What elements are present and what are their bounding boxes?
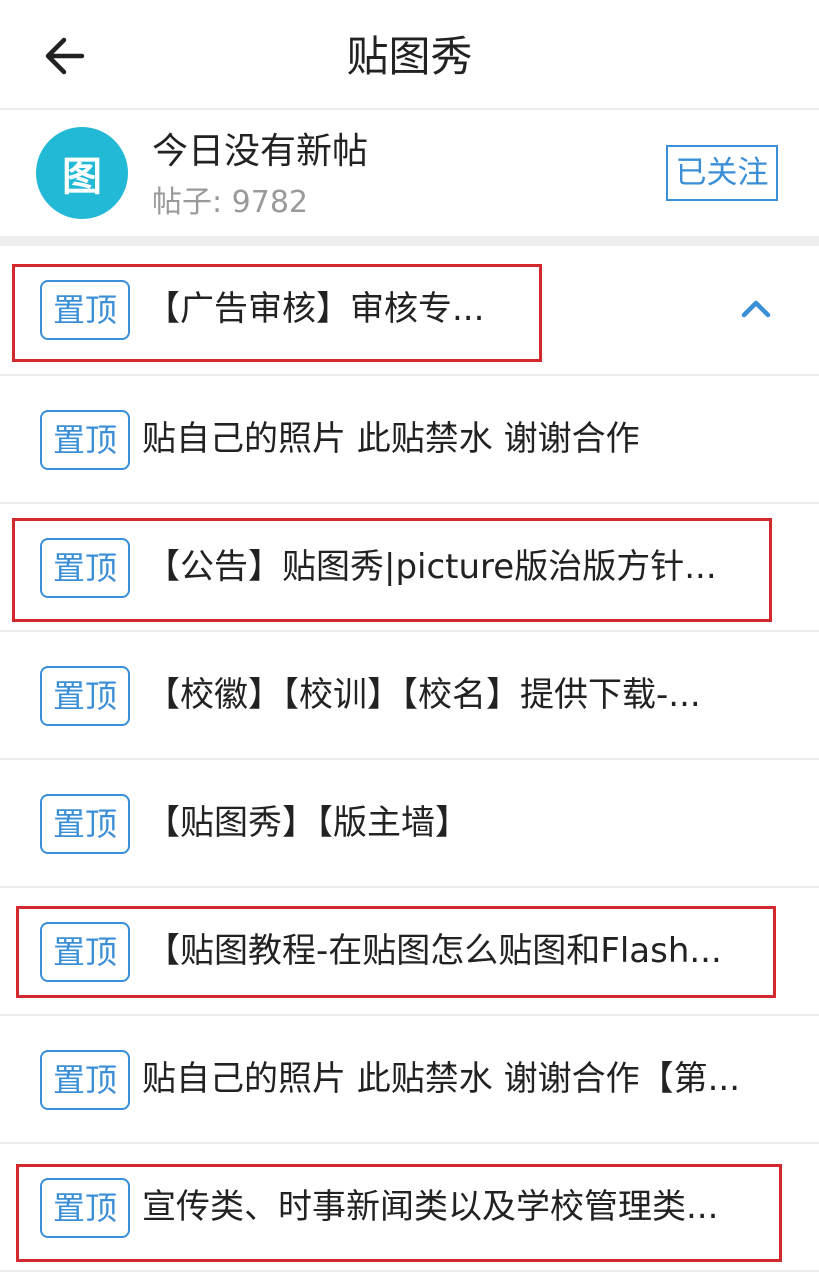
- chevron-up-icon: [741, 300, 771, 318]
- pinned-post-row[interactable]: 置顶 【校徽】【校训】【校名】提供下载-...: [0, 632, 819, 760]
- pinned-post-row[interactable]: 置顶 【贴图教程-在贴图怎么贴图和Flash...: [0, 888, 819, 1016]
- pinned-post-title: 【校徽】【校训】【校名】提供下载-...: [146, 675, 701, 715]
- pinned-badge: 置顶: [40, 280, 130, 340]
- pinned-post-row[interactable]: 置顶 贴自己的照片 此贴禁水 谢谢合作: [0, 376, 819, 504]
- page-title: 贴图秀: [346, 32, 473, 81]
- pinned-post-title: 【贴图秀】【版主墙】: [146, 803, 469, 843]
- pinned-post-row[interactable]: 置顶 宣传类、时事新闻类以及学校管理类...: [0, 1144, 819, 1272]
- pinned-post-title: 【贴图教程-在贴图怎么贴图和Flash...: [146, 931, 722, 971]
- top-bar: 贴图秀: [0, 0, 819, 110]
- collapse-button[interactable]: [732, 284, 780, 332]
- forum-status-text: 今日没有新帖: [152, 131, 369, 172]
- pinned-post-row[interactable]: 置顶 【公告】贴图秀|picture版治版方针...: [0, 504, 819, 632]
- pinned-post-row[interactable]: 置顶 【广告审核】审核专...: [0, 246, 819, 376]
- pinned-post-title: 【公告】贴图秀|picture版治版方针...: [146, 547, 717, 587]
- pinned-badge: 置顶: [40, 538, 130, 598]
- forum-avatar[interactable]: 图: [36, 127, 128, 219]
- pinned-post-title: 【广告审核】审核专...: [146, 289, 485, 329]
- follow-button[interactable]: 已关注: [666, 145, 778, 201]
- pinned-badge: 置顶: [40, 410, 130, 470]
- pinned-post-title: 宣传类、时事新闻类以及学校管理类...: [142, 1187, 719, 1227]
- pinned-post-row[interactable]: 置顶 贴自己的照片 此贴禁水 谢谢合作【第...: [0, 1016, 819, 1144]
- pinned-post-list: 置顶 【广告审核】审核专... 置顶 贴自己的照片 此贴禁水 谢谢合作 置顶 【…: [0, 246, 819, 1272]
- pinned-badge: 置顶: [40, 1178, 130, 1238]
- pinned-post-title: 贴自己的照片 此贴禁水 谢谢合作: [142, 419, 640, 459]
- pinned-badge: 置顶: [40, 922, 130, 982]
- section-divider: [0, 236, 819, 246]
- pinned-badge: 置顶: [40, 666, 130, 726]
- forum-info-card: 图 今日没有新帖 帖子: 9782 已关注: [0, 110, 819, 236]
- pinned-post-title: 贴自己的照片 此贴禁水 谢谢合作【第...: [142, 1059, 741, 1099]
- pinned-badge: 置顶: [40, 794, 130, 854]
- forum-post-count: 帖子: 9782: [152, 185, 308, 220]
- pinned-badge: 置顶: [40, 1050, 130, 1110]
- pinned-post-row[interactable]: 置顶 【贴图秀】【版主墙】: [0, 760, 819, 888]
